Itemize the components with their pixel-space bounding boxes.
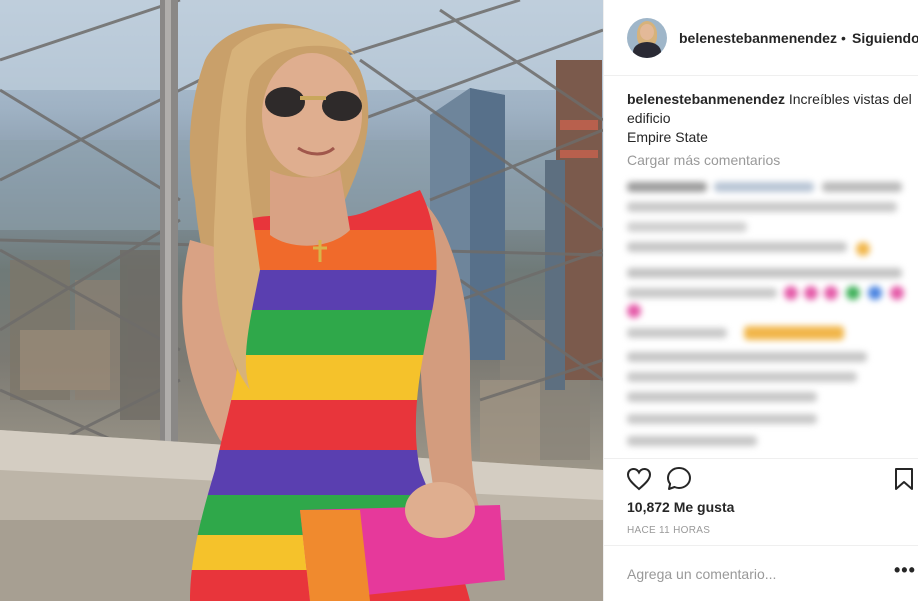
bookmark-icon[interactable] [894, 467, 914, 491]
caption-text-line2: Empire State [627, 129, 708, 145]
add-comment-section: ••• [604, 545, 918, 601]
photo-illustration [0, 0, 603, 601]
action-bar [604, 458, 918, 498]
separator-dot: • [841, 30, 846, 46]
comment-input[interactable] [627, 564, 877, 584]
blurred-comments [624, 170, 908, 456]
post-photo[interactable] [0, 0, 603, 601]
post-header: belenestebanmenendez • Siguiendo [604, 0, 918, 76]
comment-bubble-icon[interactable] [666, 466, 692, 492]
heart-icon[interactable] [626, 467, 652, 491]
following-button[interactable]: Siguiendo [852, 30, 918, 46]
post-sidebar: belenestebanmenendez • Siguiendo belenes… [603, 0, 918, 601]
more-options-icon[interactable]: ••• [894, 560, 916, 581]
avatar[interactable] [627, 18, 667, 58]
username-link[interactable]: belenestebanmenendez [679, 30, 837, 46]
post-timestamp[interactable]: HACE 11 HORAS [627, 525, 710, 536]
caption-username-link[interactable]: belenestebanmenendez [627, 91, 785, 107]
likes-count[interactable]: 10,872 Me gusta [627, 499, 734, 515]
load-more-comments-link[interactable]: Cargar más comentarios [627, 152, 780, 168]
post-caption: belenestebanmenendez Increíbles vistas d… [627, 90, 912, 147]
